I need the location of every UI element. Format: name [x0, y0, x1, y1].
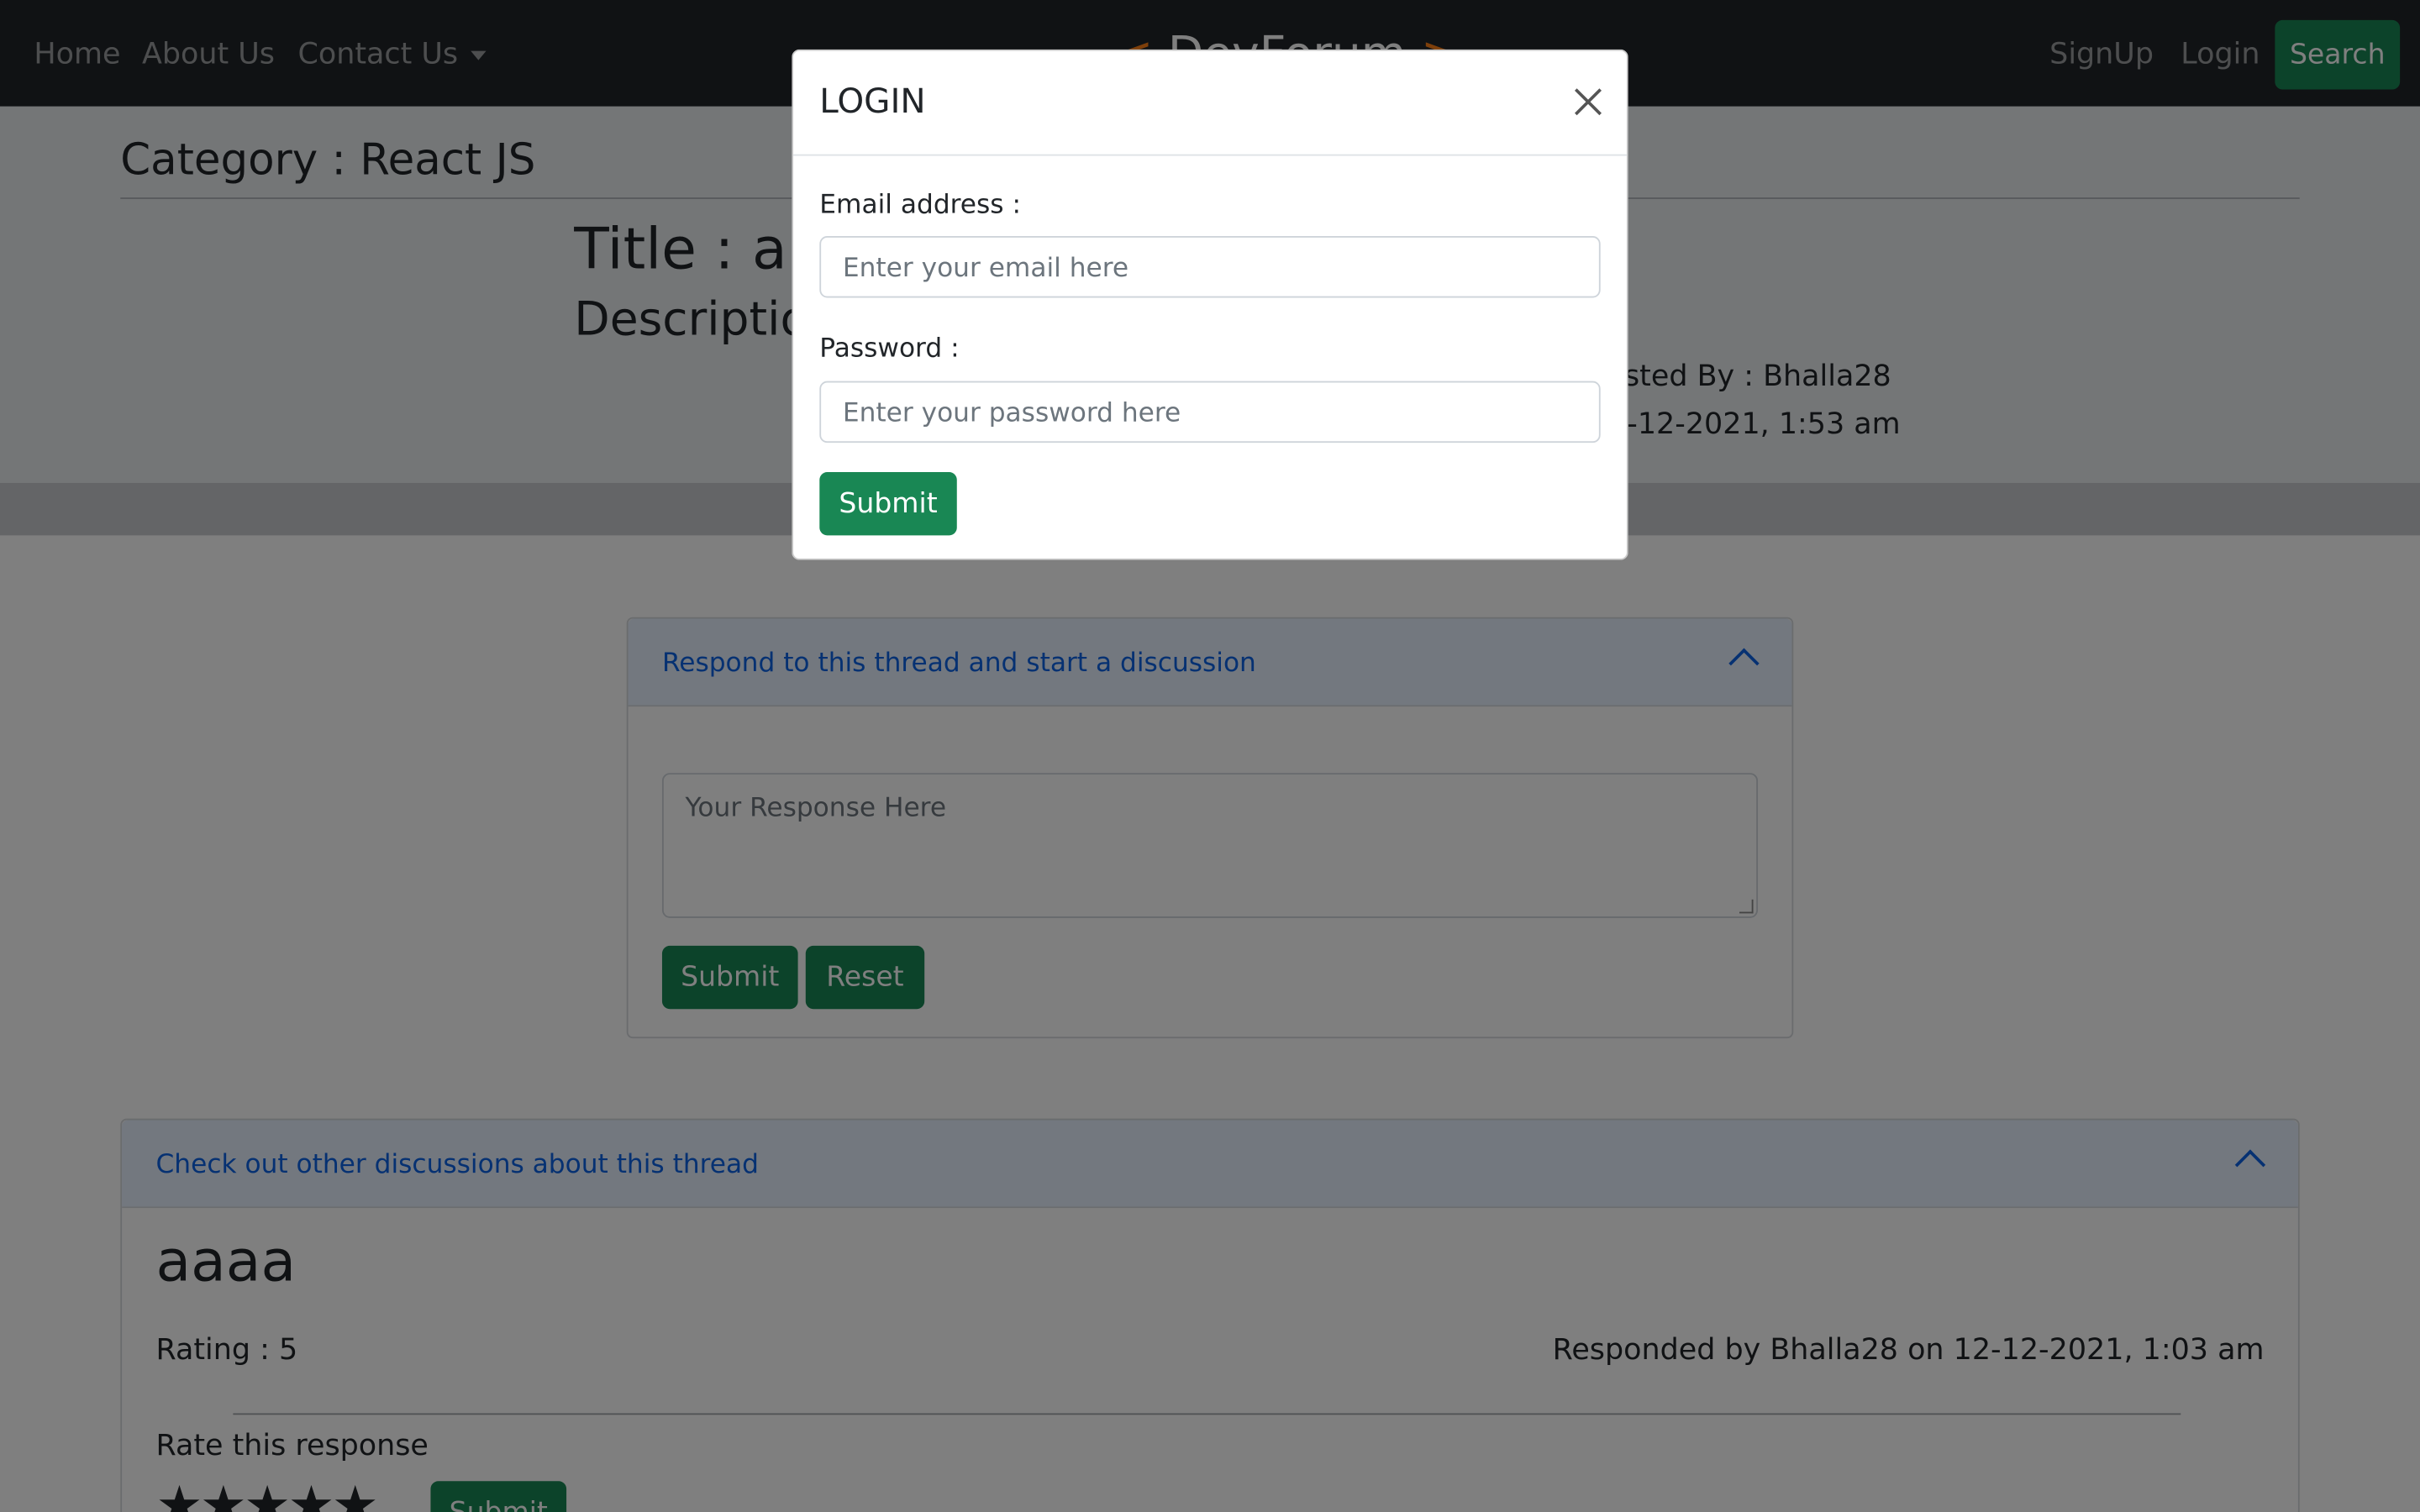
login-submit-button[interactable]: Submit — [819, 472, 957, 536]
email-placeholder: Enter your email here — [842, 253, 1129, 284]
email-field[interactable]: Enter your email here — [819, 236, 1601, 298]
password-placeholder: Enter your password here — [842, 397, 1181, 429]
email-label: Email address : — [819, 189, 1021, 221]
password-field[interactable]: Enter your password here — [819, 381, 1601, 444]
login-modal-header: LOGIN — [793, 51, 1627, 156]
login-modal-title: LOGIN — [819, 83, 926, 123]
password-label: Password : — [819, 333, 960, 365]
login-modal: LOGIN Email address : Enter your email h… — [792, 49, 1628, 560]
page: Home About Us Contact Us < DevForum > Si… — [0, 0, 2420, 1512]
close-icon[interactable] — [1571, 85, 1605, 118]
